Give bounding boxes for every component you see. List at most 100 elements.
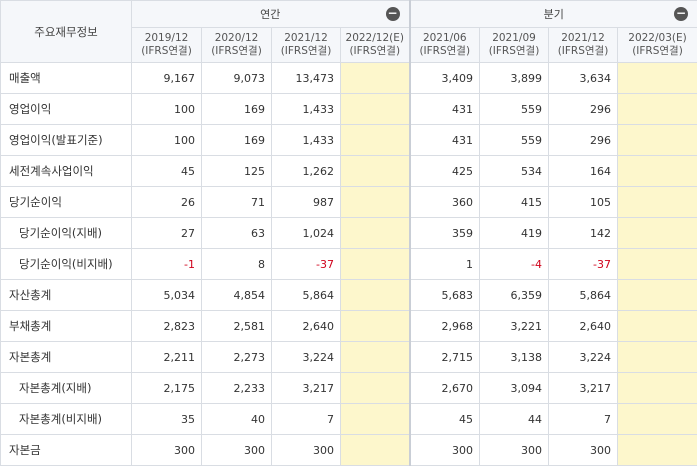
value-cell: -4 [480, 249, 549, 280]
value-cell: 1,262 [272, 156, 341, 187]
value-cell: 300 [549, 435, 618, 466]
value-cell: 5,864 [272, 280, 341, 311]
value-cell: 3,224 [549, 342, 618, 373]
value-cell: 35 [132, 404, 202, 435]
row-label: 자산총계 [1, 280, 132, 311]
period-label: 2021/12 [272, 32, 340, 45]
value-cell: 3,634 [549, 63, 618, 94]
table-body: 매출액9,1679,07313,4733,4093,8993,634영업이익10… [1, 63, 697, 466]
value-cell: 2,175 [132, 373, 202, 404]
value-cell: 300 [132, 435, 202, 466]
value-cell [618, 249, 697, 280]
value-cell: 45 [410, 404, 480, 435]
value-cell: 71 [202, 187, 272, 218]
quarter-group-header: 분기 − [410, 1, 697, 28]
table-title: 주요재무정보 [1, 1, 132, 63]
basis-label: (IFRS연결) [341, 45, 409, 58]
value-cell: 419 [480, 218, 549, 249]
value-cell: 296 [549, 94, 618, 125]
basis-label: (IFRS연결) [132, 45, 201, 58]
period-label: 2021/12 [549, 32, 617, 45]
value-cell: 8 [202, 249, 272, 280]
value-cell [341, 94, 410, 125]
value-cell [618, 94, 697, 125]
value-cell: 431 [410, 125, 480, 156]
value-cell: 300 [480, 435, 549, 466]
value-cell: 3,138 [480, 342, 549, 373]
value-cell: 7 [549, 404, 618, 435]
value-cell [341, 249, 410, 280]
value-cell: 2,715 [410, 342, 480, 373]
value-cell: 987 [272, 187, 341, 218]
value-cell: 359 [410, 218, 480, 249]
basis-label: (IFRS연결) [480, 45, 548, 58]
row-label: 자본총계(비지배) [1, 404, 132, 435]
value-cell: 300 [202, 435, 272, 466]
table-row: 자본금300300300300300300 [1, 435, 697, 466]
value-cell [341, 156, 410, 187]
table-row: 당기순이익(지배)27631,024359419142 [1, 218, 697, 249]
value-cell: 164 [549, 156, 618, 187]
table-row: 영업이익(발표기준)1001691,433431559296 [1, 125, 697, 156]
value-cell [618, 125, 697, 156]
value-cell [618, 280, 697, 311]
value-cell: 1,433 [272, 125, 341, 156]
value-cell: 105 [549, 187, 618, 218]
value-cell: 3,221 [480, 311, 549, 342]
value-cell [618, 404, 697, 435]
basis-label: (IFRS연결) [202, 45, 271, 58]
period-label: 2020/12 [202, 32, 271, 45]
value-cell: 534 [480, 156, 549, 187]
table-row: 자본총계2,2112,2733,2242,7153,1383,224 [1, 342, 697, 373]
row-label: 당기순이익 [1, 187, 132, 218]
value-cell: 9,167 [132, 63, 202, 94]
value-cell: 2,640 [549, 311, 618, 342]
value-cell: 2,211 [132, 342, 202, 373]
collapse-annual-icon[interactable]: − [386, 7, 400, 21]
value-cell [341, 280, 410, 311]
value-cell: 296 [549, 125, 618, 156]
row-label: 자본총계(지배) [1, 373, 132, 404]
value-cell: 3,094 [480, 373, 549, 404]
value-cell: 5,683 [410, 280, 480, 311]
basis-label: (IFRS연결) [549, 45, 617, 58]
value-cell: 300 [272, 435, 341, 466]
value-cell [618, 187, 697, 218]
row-label: 영업이익 [1, 94, 132, 125]
value-cell: 9,073 [202, 63, 272, 94]
value-cell [341, 435, 410, 466]
value-cell: 40 [202, 404, 272, 435]
value-cell: 559 [480, 125, 549, 156]
value-cell: 26 [132, 187, 202, 218]
table-row: 당기순이익(비지배)-18-371-4-37 [1, 249, 697, 280]
table-row: 부채총계2,8232,5812,6402,9683,2212,640 [1, 311, 697, 342]
value-cell [618, 373, 697, 404]
period-label: 2019/12 [132, 32, 201, 45]
value-cell: 2,670 [410, 373, 480, 404]
collapse-quarter-icon[interactable]: − [674, 7, 688, 21]
value-cell: 169 [202, 125, 272, 156]
value-cell: 2,640 [272, 311, 341, 342]
value-cell [341, 342, 410, 373]
value-cell: 3,217 [549, 373, 618, 404]
value-cell: 425 [410, 156, 480, 187]
value-cell: 142 [549, 218, 618, 249]
value-cell: 169 [202, 94, 272, 125]
value-cell: 2,233 [202, 373, 272, 404]
value-cell: 360 [410, 187, 480, 218]
value-cell [618, 435, 697, 466]
value-cell: 13,473 [272, 63, 341, 94]
period-header: 2021/12(IFRS연결) [272, 28, 341, 63]
value-cell: 415 [480, 187, 549, 218]
value-cell: 63 [202, 218, 272, 249]
value-cell: 3,409 [410, 63, 480, 94]
table-row: 영업이익1001691,433431559296 [1, 94, 697, 125]
value-cell: -37 [549, 249, 618, 280]
period-header: 2019/12(IFRS연결) [132, 28, 202, 63]
value-cell [341, 311, 410, 342]
row-label: 매출액 [1, 63, 132, 94]
value-cell: 45 [132, 156, 202, 187]
value-cell: 431 [410, 94, 480, 125]
value-cell: 44 [480, 404, 549, 435]
value-cell: 3,217 [272, 373, 341, 404]
